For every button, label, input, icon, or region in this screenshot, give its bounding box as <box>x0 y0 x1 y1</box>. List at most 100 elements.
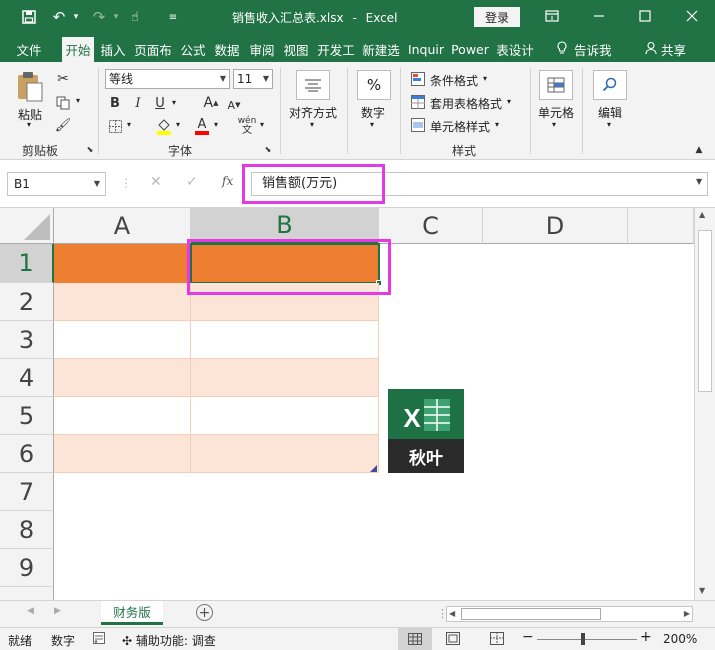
cell-b3[interactable] <box>191 321 379 359</box>
row-header-7[interactable]: 7 <box>0 473 54 511</box>
italic-button[interactable]: I <box>130 94 146 112</box>
fill-color-dropdown-icon[interactable]: ▾ <box>176 120 180 129</box>
undo-dropdown-icon[interactable]: ▾ <box>70 7 82 27</box>
row-header-8[interactable]: 8 <box>0 511 54 549</box>
cells-icon[interactable] <box>539 70 573 100</box>
cells-label[interactable]: 单元格 <box>538 104 574 121</box>
enter-icon[interactable]: ✓ <box>186 174 198 190</box>
cell-a6[interactable] <box>54 435 191 473</box>
page-layout-view-icon[interactable] <box>446 632 460 648</box>
font-color-button[interactable]: A <box>193 116 211 136</box>
number-format-icon[interactable]: % <box>357 70 391 100</box>
tab-file[interactable]: 文件 <box>6 38 52 60</box>
format-painter-icon[interactable]: 🖌 <box>54 116 72 134</box>
column-header-a[interactable]: A <box>54 208 191 244</box>
share-button[interactable]: 共享 <box>645 38 686 60</box>
row-header-3[interactable]: 3 <box>0 321 54 359</box>
row-header-2[interactable]: 2 <box>0 283 54 321</box>
zoom-out-icon[interactable]: − <box>522 629 534 645</box>
vertical-scrollbar[interactable]: ▲ ▼ <box>694 208 715 600</box>
macro-record-icon[interactable] <box>93 632 105 647</box>
cell-a4[interactable] <box>54 359 191 397</box>
tab-new-group[interactable]: 新建选 <box>359 38 403 60</box>
cut-icon[interactable]: ✂ <box>54 70 72 88</box>
close-icon[interactable] <box>680 5 704 27</box>
collapse-ribbon-icon[interactable]: ▲ <box>693 144 705 156</box>
tab-power[interactable]: Power <box>449 38 491 60</box>
alignment-dropdown-icon[interactable]: ▾ <box>310 120 314 129</box>
paste-dropdown-icon[interactable]: ▾ <box>27 120 31 129</box>
alignment-icon[interactable] <box>296 70 330 100</box>
row-header-4[interactable]: 4 <box>0 359 54 397</box>
search-icon[interactable] <box>593 70 627 100</box>
maximize-icon[interactable] <box>633 5 657 27</box>
bold-button[interactable]: B <box>107 94 123 112</box>
cell-style-dropdown-icon[interactable]: ▾ <box>495 120 499 129</box>
zoom-slider[interactable] <box>537 633 637 645</box>
add-sheet-icon[interactable]: + <box>196 604 213 621</box>
cells-dropdown-icon[interactable]: ▾ <box>552 120 556 129</box>
redo-icon[interactable]: ↷ <box>88 7 110 27</box>
cell-b6[interactable] <box>191 435 379 473</box>
column-header-c[interactable]: C <box>379 208 483 244</box>
cell-a3[interactable] <box>54 321 191 359</box>
table-resize-handle[interactable] <box>370 465 377 472</box>
editing-label[interactable]: 编辑 <box>598 104 622 121</box>
drag-handle-icon[interactable]: ⋮ <box>120 176 132 190</box>
expand-formula-icon[interactable]: ▼ <box>696 177 702 186</box>
scroll-right-icon[interactable]: ▶ <box>684 609 690 618</box>
row-header-1[interactable]: 1 <box>0 244 54 283</box>
tab-developer[interactable]: 开发工 <box>314 38 358 60</box>
accessibility-status[interactable]: ✣ 辅助功能: 调查 <box>122 632 216 649</box>
customize-toolbar-icon[interactable]: ≡ <box>166 7 180 27</box>
zoom-slider-thumb[interactable] <box>581 633 585 645</box>
next-sheet-icon[interactable]: ▶ <box>54 606 61 616</box>
paste-icon[interactable] <box>14 70 46 104</box>
save-icon[interactable] <box>18 7 40 27</box>
row-header-10[interactable] <box>0 587 54 600</box>
font-name-select[interactable]: 等线 ▼ <box>105 69 230 89</box>
phonetic-guide-button[interactable]: wén 文 <box>236 116 258 136</box>
minimize-icon[interactable] <box>587 5 611 27</box>
tab-view[interactable]: 视图 <box>280 38 312 60</box>
scroll-left-icon[interactable]: ◀ <box>449 609 455 618</box>
tell-me-box[interactable]: 告诉我 <box>556 38 612 60</box>
zoom-in-icon[interactable]: + <box>640 629 652 645</box>
tab-home[interactable]: 开始 <box>62 37 94 62</box>
shrink-font-button[interactable]: A ▼ <box>226 96 242 114</box>
horizontal-scrollbar[interactable]: ◀ ▶ <box>446 606 693 622</box>
tab-inquire[interactable]: Inquir <box>404 38 448 60</box>
phonetic-dropdown-icon[interactable]: ▾ <box>260 120 264 129</box>
row-header-5[interactable]: 5 <box>0 397 54 435</box>
conditional-dropdown-icon[interactable]: ▾ <box>483 74 487 83</box>
table-format-dropdown-icon[interactable]: ▾ <box>507 97 511 106</box>
copy-dropdown-icon[interactable]: ▾ <box>76 96 80 105</box>
grow-font-button[interactable]: A ▲ <box>203 94 219 112</box>
number-label[interactable]: 数字 <box>361 104 385 121</box>
underline-button[interactable]: U <box>152 94 168 112</box>
redo-dropdown-icon[interactable]: ▾ <box>110 7 122 27</box>
horizontal-scroll-thumb[interactable] <box>461 608 601 620</box>
cell-b4[interactable] <box>191 359 379 397</box>
vertical-scroll-thumb[interactable] <box>698 230 712 392</box>
cell-b5[interactable] <box>191 397 379 435</box>
zoom-level[interactable]: 200% <box>663 632 697 646</box>
font-color-dropdown-icon[interactable]: ▾ <box>214 120 218 129</box>
select-all-corner[interactable] <box>0 208 54 244</box>
scroll-down-icon[interactable]: ▼ <box>699 586 705 595</box>
font-launcher-icon[interactable]: ⬊ <box>263 144 273 154</box>
scroll-up-icon[interactable]: ▲ <box>699 210 705 219</box>
sheet-tab-finance[interactable]: 财务版 <box>101 601 163 625</box>
touch-mode-icon[interactable]: ☝ <box>124 7 146 27</box>
cell-a1[interactable] <box>54 244 191 283</box>
page-break-view-icon[interactable] <box>490 632 504 648</box>
borders-icon[interactable] <box>107 118 123 134</box>
tab-table-design[interactable]: 表设计 <box>493 38 537 60</box>
ribbon-display-icon[interactable] <box>540 5 564 27</box>
cell-a2[interactable] <box>54 283 191 321</box>
alignment-label[interactable]: 对齐方式 <box>289 104 337 121</box>
column-header-d[interactable]: D <box>483 208 628 244</box>
cell-a5[interactable] <box>54 397 191 435</box>
row-header-6[interactable]: 6 <box>0 435 54 473</box>
insert-function-icon[interactable]: fx <box>222 174 233 188</box>
